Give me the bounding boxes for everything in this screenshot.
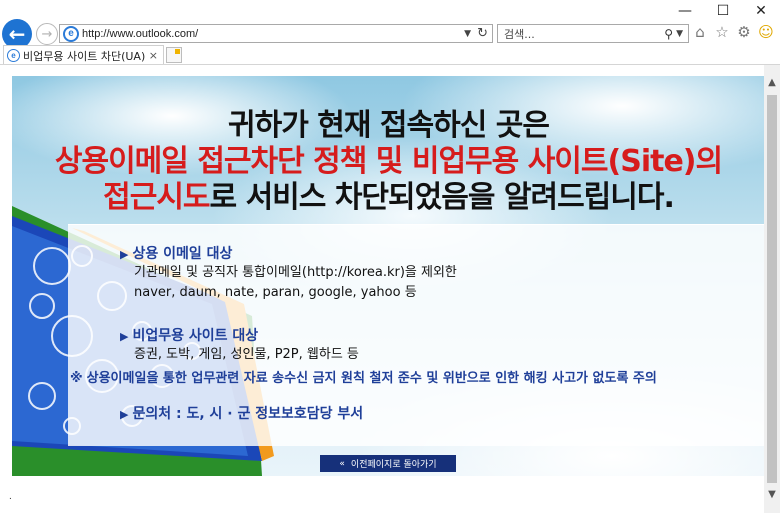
scroll-up-icon[interactable]: ▲ (764, 77, 780, 88)
tab-close-icon[interactable]: × (149, 49, 158, 62)
bullet-arrow-icon: ▶ (120, 408, 129, 421)
back-to-previous-page-button[interactable]: « 이전페이지로 돌아가기 (320, 455, 456, 472)
gear-icon[interactable]: ⚙ (736, 22, 752, 42)
address-dropdown-icon[interactable]: ▼ (464, 29, 471, 39)
headline-line-3-rest: 로 서비스 차단되었음을 알려드립니다. (209, 180, 675, 215)
chrome-divider (0, 64, 780, 65)
close-window-button[interactable]: ✕ (742, 0, 780, 22)
maximize-button[interactable]: ☐ (704, 0, 742, 22)
info-panel: ▶ 상용 이메일 대상 기관메일 및 공직자 통합이메일(http://korea… (68, 224, 764, 446)
toolbar-icons: ⌂ ☆ ⚙ ☺ (692, 22, 774, 42)
home-icon[interactable]: ⌂ (692, 22, 708, 42)
block-notice-banner: 귀하가 현재 접속하신 곳은 상용이메일 접근차단 정책 및 비업무용 사이트(… (12, 76, 765, 476)
smiley-feedback-icon[interactable]: ☺ (758, 22, 774, 42)
note-symbol: ※ (70, 371, 83, 386)
scroll-thumb[interactable] (767, 95, 777, 483)
address-bar[interactable]: e http://www.outlook.com/ ▼ ↻ (59, 24, 493, 43)
ie-favicon-icon: e (63, 25, 79, 42)
window-controls: — ☐ ✕ (666, 0, 780, 22)
info-item-line: naver, daum, nate, paran, google, yahoo … (134, 285, 417, 300)
minimize-button[interactable]: — (666, 0, 704, 22)
scroll-down-icon[interactable]: ▼ (764, 489, 780, 500)
browser-tab[interactable]: e 비업무용 사이트 차단(UA) × (3, 45, 164, 65)
search-input[interactable]: 검색... (498, 26, 664, 42)
new-tab-button[interactable] (166, 47, 182, 63)
vertical-scrollbar[interactable]: ▲ ▼ (764, 65, 780, 513)
tab-favicon-icon: e (7, 49, 20, 62)
double-chevron-left-icon: « (339, 458, 345, 469)
warning-note: ※ 상용이메일을 통한 업무관련 자료 송수신 금지 원칙 철저 준수 및 위반으… (70, 367, 657, 386)
info-item-line: 기관메일 및 공직자 통합이메일(http://korea.kr)을 제외한 (134, 265, 457, 280)
info-item-contact: ▶ 문의처 : 도, 시 · 군 정보보호담당 부서 (120, 403, 363, 423)
info-item-line: 증권, 도박, 게임, 성인물, P2P, 웹하드 등 (134, 347, 359, 362)
info-item-sites: ▶ 비업무용 사이트 대상 증권, 도박, 게임, 성인물, P2P, 웹하드 등 (120, 325, 359, 365)
info-item-email: ▶ 상용 이메일 대상 기관메일 및 공직자 통합이메일(http://korea… (120, 243, 457, 303)
footer-dot: . (9, 491, 12, 502)
headline-highlight: 접근시도 (103, 180, 210, 215)
headline-line-3: 접근시도로 서비스 차단되었음을 알려드립니다. (12, 172, 765, 216)
refresh-icon[interactable]: ↻ (477, 26, 488, 41)
note-text: 상용이메일을 통한 업무관련 자료 송수신 금지 원칙 철저 준수 및 위반으로… (86, 371, 657, 386)
search-dropdown-icon[interactable]: ▼ (676, 29, 683, 39)
search-icon[interactable]: ⚲ (664, 27, 673, 41)
tab-label: 비업무용 사이트 차단(UA) (23, 49, 146, 63)
bullet-arrow-icon: ▶ (120, 248, 129, 261)
address-input[interactable]: http://www.outlook.com/ (82, 28, 464, 40)
forward-button[interactable]: → (36, 23, 58, 45)
back-button-label: 이전페이지로 돌아가기 (350, 460, 437, 470)
info-item-title: 문의처 : 도, 시 · 군 정보보호담당 부서 (132, 406, 364, 422)
favorites-star-icon[interactable]: ☆ (714, 22, 730, 42)
search-box[interactable]: 검색... ⚲ ▼ (497, 24, 689, 43)
bullet-arrow-icon: ▶ (120, 330, 129, 343)
info-item-title: 상용 이메일 대상 (132, 246, 233, 262)
info-item-title: 비업무용 사이트 대상 (132, 328, 259, 344)
